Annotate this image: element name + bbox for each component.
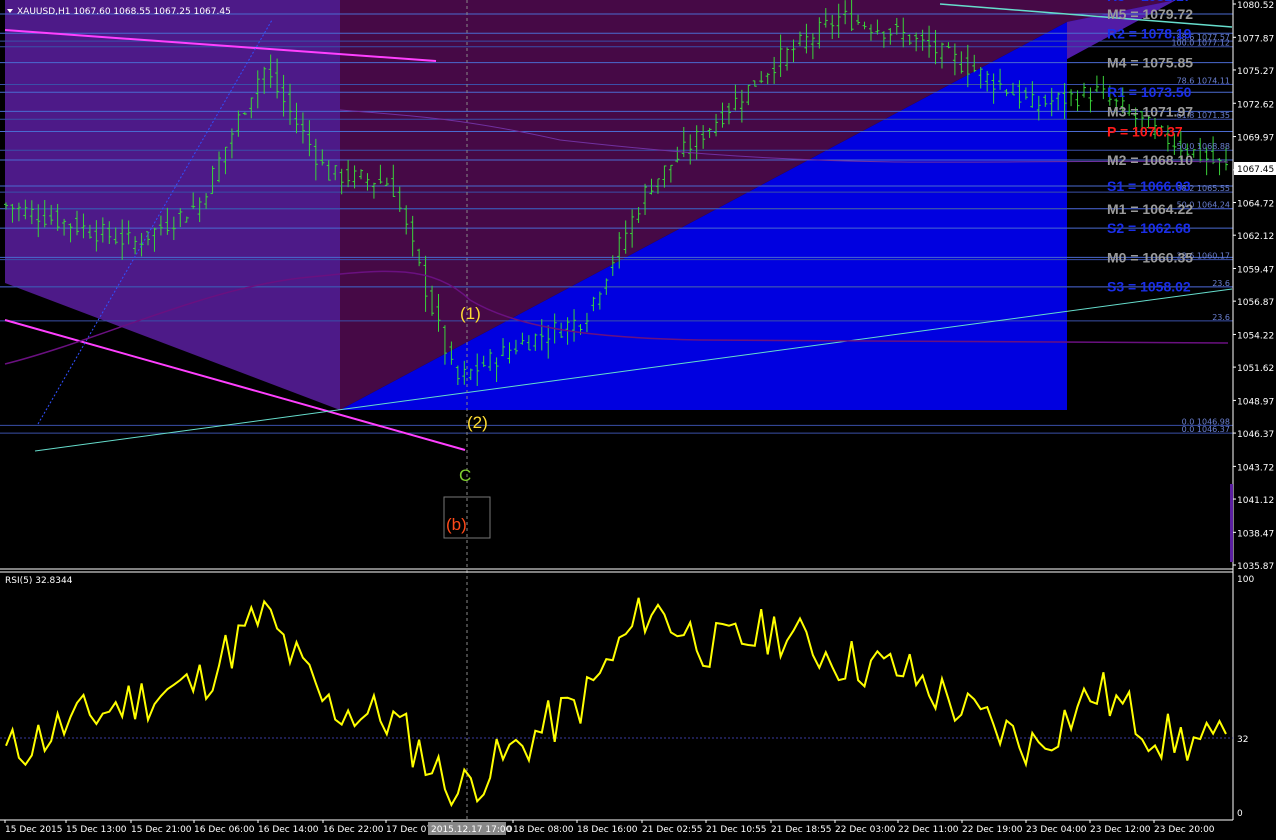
time-tick-label: 15 Dec 21:00 — [131, 825, 192, 835]
time-tick-label: 23 Dec 04:00 — [1026, 825, 1087, 835]
pivot-label: R2 = 1078.19 — [1107, 25, 1192, 41]
price-tick-label: 1075.27 — [1237, 67, 1274, 77]
pivot-label: S1 = 1066.03 — [1107, 178, 1191, 194]
rsi-axis-32: 32 — [1237, 735, 1248, 745]
rsi-axis-100: 100 — [1237, 575, 1254, 585]
crosshair-time-label: 2015.12.17 17:00 — [431, 825, 512, 835]
pivot-label: M1 = 1064.22 — [1107, 201, 1193, 217]
pivot-label: S3 = 1058.02 — [1107, 279, 1191, 295]
price-tick-label: 1051.62 — [1237, 364, 1274, 374]
pivot-label: S2 = 1062.68 — [1107, 220, 1191, 236]
time-tick-label: 16 Dec 22:00 — [323, 825, 384, 835]
trading-chart[interactable]: 88.6 1077.57100.0 1077.1278.6 1074.1161.… — [0, 0, 1276, 840]
time-tick-label: 16 Dec 06:00 — [194, 825, 255, 835]
price-tick-label: 1077.87 — [1237, 34, 1274, 44]
price-tick-label: 1064.72 — [1237, 200, 1274, 210]
time-tick-label: 21 Dec 18:55 — [771, 825, 832, 835]
fib-level-label: 0.0 1046.37 — [1182, 425, 1230, 434]
time-tick-label: 22 Dec 11:00 — [898, 825, 959, 835]
time-tick-label: 23 Dec 20:00 — [1154, 825, 1215, 835]
wave-label-1: (1) — [460, 304, 481, 323]
wave-label-c: C — [459, 466, 471, 485]
pivot-label: M5 = 1079.72 — [1107, 6, 1193, 22]
time-tick-label: 15 Dec 13:00 — [66, 825, 127, 835]
fib-level-label: 50.0 1068.88 — [1177, 142, 1230, 151]
pivot-label: M0 = 1060.35 — [1107, 249, 1193, 265]
pivot-label: P = 1070.37 — [1107, 124, 1183, 140]
chart-title: XAUUSD,H1 1067.60 1068.55 1067.25 1067.4… — [17, 7, 231, 17]
price-tick-label: 1080.52 — [1237, 1, 1274, 11]
time-tick-label: 21 Dec 02:55 — [642, 825, 703, 835]
price-tick-label: 1054.22 — [1237, 331, 1274, 341]
price-tick-label: 1041.12 — [1237, 496, 1274, 506]
pivot-label: M2 = 1068.10 — [1107, 152, 1193, 168]
fib-level-label: 23.6 — [1212, 313, 1230, 322]
time-tick-label: 21 Dec 10:55 — [706, 825, 767, 835]
price-tick-label: 1072.62 — [1237, 100, 1274, 110]
pivot-label: R3 = 1081.17 — [1107, 0, 1192, 4]
pivot-label: R1 = 1073.50 — [1107, 84, 1192, 100]
scrollbar-marker[interactable] — [1230, 484, 1233, 562]
pivot-label: M3 = 1071.97 — [1107, 103, 1193, 119]
time-tick-label: 15 Dec 2015 — [5, 825, 63, 835]
time-tick-label: 22 Dec 19:00 — [962, 825, 1023, 835]
time-tick-label: 18 Dec 08:00 — [513, 825, 574, 835]
time-tick-label: 18 Dec 16:00 — [577, 825, 638, 835]
time-tick-label: 16 Dec 14:00 — [258, 825, 319, 835]
pivot-label: M4 = 1075.85 — [1107, 55, 1193, 71]
price-tick-label: 1062.12 — [1237, 232, 1274, 242]
price-tick-label: 1059.47 — [1237, 265, 1274, 275]
time-tick-label: 23 Dec 12:00 — [1090, 825, 1151, 835]
price-tick-label: 1046.37 — [1237, 430, 1274, 440]
wave-label-2: (2) — [467, 413, 488, 432]
price-tick-label: 1048.97 — [1237, 397, 1274, 407]
time-tick-label: 22 Dec 03:00 — [835, 825, 896, 835]
price-tick-label: 1069.97 — [1237, 134, 1274, 144]
wave-label-b: (b) — [446, 515, 467, 534]
price-tick-label: 1043.72 — [1237, 463, 1274, 473]
price-tick-label: 1035.87 — [1237, 562, 1274, 572]
fib-level-label: 23.6 — [1212, 279, 1230, 288]
rsi-axis-0: 0 — [1237, 809, 1243, 819]
price-tick-label: 1056.87 — [1237, 298, 1274, 308]
current-price-label: 1067.45 — [1237, 165, 1274, 175]
rsi-title: RSI(5) 32.8344 — [5, 576, 73, 586]
price-tick-label: 1038.47 — [1237, 529, 1274, 539]
